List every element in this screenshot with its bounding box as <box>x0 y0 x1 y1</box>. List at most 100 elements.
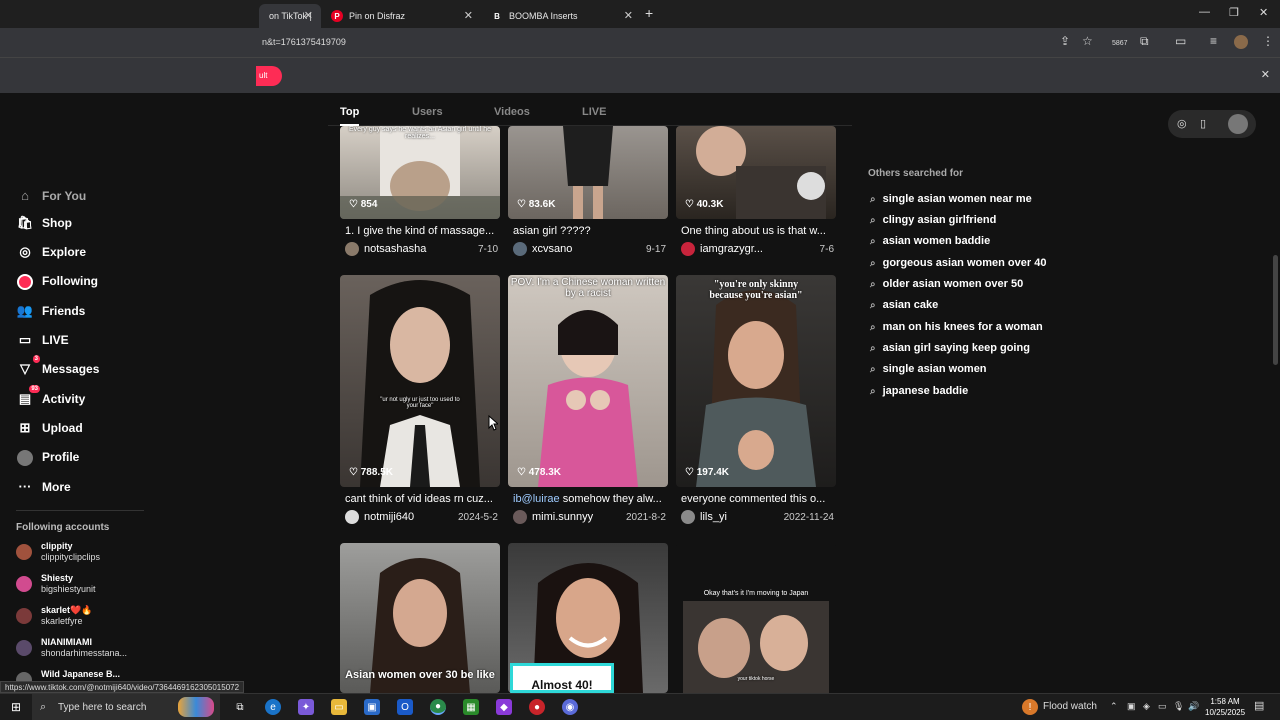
store-icon[interactable]: ▣ <box>364 699 380 715</box>
account-clippity[interactable]: clippity clippityclipclips <box>16 541 100 563</box>
app-icon[interactable]: ◆ <box>496 699 512 715</box>
tab-top[interactable]: Top <box>340 106 360 126</box>
video-author[interactable]: iamgrazygr... <box>700 243 763 255</box>
restore-icon[interactable]: ❐ <box>1229 6 1239 19</box>
notifications-icon[interactable]: ▤ <box>1254 699 1264 712</box>
url-field[interactable]: n&t=1761375419709 <box>262 37 346 47</box>
tab-pinterest[interactable]: P Pin on Disfraz ✕ <box>321 4 481 28</box>
discord-icon[interactable]: ◉ <box>562 699 578 715</box>
video-card[interactable]: Every guy says he wants an Asian girl un… <box>340 126 500 260</box>
extension-badge[interactable]: 5867 <box>1112 40 1128 47</box>
sidebar-item-messages[interactable]: ▽ 3 Messages <box>16 355 99 377</box>
close-window-icon[interactable]: ✕ <box>1259 6 1268 19</box>
close-tab-icon[interactable]: ✕ <box>304 9 313 22</box>
cast-icon[interactable]: ▭ <box>1175 34 1186 48</box>
tab-live[interactable]: LIVE <box>582 106 606 118</box>
suggestion-item[interactable]: ⌕ single asian women near me <box>870 193 1032 205</box>
sidebar-item-for-you[interactable]: ⌂ For You <box>16 188 86 203</box>
video-card[interactable]: ♡ 83.6K asian girl ????? xcvsano 9-17 <box>508 126 668 260</box>
caption-mention[interactable]: ib@luirae <box>513 493 560 505</box>
tab-boomba[interactable]: B BOOMBA Inserts ✕ <box>481 4 641 28</box>
sidebar-item-live[interactable]: ▭ LIVE <box>16 332 69 348</box>
tray-app-icon[interactable]: ◈ <box>1143 701 1150 712</box>
install-app-icon[interactable]: ⇪ <box>1060 34 1070 48</box>
network-icon[interactable]: ▭ <box>1158 701 1167 712</box>
account-skarlet[interactable]: skarlet❤️🔥 skarletfyre <box>16 605 92 627</box>
sidebar-item-profile[interactable]: Profile <box>16 449 79 466</box>
sidebar-item-explore[interactable]: ◎ Explore <box>16 244 86 260</box>
video-thumbnail[interactable]: Okay that's it I'm moving to Japan your … <box>676 543 836 693</box>
suggestion-item[interactable]: ⌕ asian girl saying keep going <box>870 342 1030 354</box>
suggestion-item[interactable]: ⌕ gorgeous asian women over 40 <box>870 257 1046 269</box>
video-card[interactable]: "ur not ugly ur just too used to your fa… <box>340 275 500 527</box>
volume-icon[interactable]: 🔊 <box>1188 701 1199 712</box>
close-tab-icon[interactable]: ✕ <box>464 9 473 22</box>
taskbar-search[interactable]: ⌕ Type here to search <box>32 694 220 720</box>
sidebar-item-activity[interactable]: ▤ 93 Activity <box>16 385 85 407</box>
microphone-icon[interactable]: 🎙 <box>1173 701 1184 712</box>
new-tab-icon[interactable]: + <box>645 5 653 21</box>
tab-videos[interactable]: Videos <box>494 106 530 118</box>
close-tab-icon[interactable]: ✕ <box>624 9 633 22</box>
app-red-icon[interactable]: ● <box>529 699 545 715</box>
file-explorer-icon[interactable]: ▭ <box>331 699 347 715</box>
video-author[interactable]: lils_yi <box>700 511 727 523</box>
video-card[interactable]: Almost 40! <box>508 543 668 693</box>
video-card[interactable]: ♡ 40.3K One thing about us is that w... … <box>676 126 836 260</box>
minecraft-icon[interactable]: ▦ <box>463 699 479 715</box>
video-thumbnail[interactable]: POV: I'm a Chinese woman written by a ra… <box>508 275 668 487</box>
video-card[interactable]: Okay that's it I'm moving to Japan your … <box>676 543 836 693</box>
tray-chevron-icon[interactable]: ⌃ <box>1110 701 1118 712</box>
close-info-bar-icon[interactable]: ✕ <box>1261 68 1270 81</box>
video-thumbnail[interactable]: Almost 40! <box>508 543 668 693</box>
chrome-icon[interactable]: ● <box>430 699 446 715</box>
video-author[interactable]: xcvsano <box>532 243 572 255</box>
video-caption[interactable]: cant think of vid ideas rn cuz... <box>345 493 497 505</box>
video-author[interactable]: notmiji640 <box>364 511 414 523</box>
video-card[interactable]: "you're only skinny because you're asian… <box>676 275 836 527</box>
suggestion-item[interactable]: ⌕ older asian women over 50 <box>870 278 1023 290</box>
video-thumbnail[interactable]: "ur not ugly ur just too used to your fa… <box>340 275 500 487</box>
profile-avatar-icon[interactable] <box>1228 114 1248 134</box>
profile-avatar-icon[interactable] <box>1234 35 1248 49</box>
video-card[interactable]: POV: I'm a Chinese woman written by a ra… <box>508 275 668 527</box>
tab-tiktok[interactable]: on TikTok | ✕ <box>259 4 321 28</box>
suggestion-item[interactable]: ⌕ clingy asian girlfriend <box>870 214 996 226</box>
sidebar-item-shop[interactable]: 🛍 Shop <box>16 215 72 231</box>
info-bar-button[interactable]: ult <box>256 66 282 86</box>
sidebar-item-friends[interactable]: 👥 Friends <box>16 303 85 319</box>
sidebar-item-upload[interactable]: ⊞ Upload <box>16 420 83 436</box>
sidebar-item-following[interactable]: Following <box>16 273 98 290</box>
suggestion-item[interactable]: ⌕ asian cake <box>870 299 938 311</box>
bookmark-star-icon[interactable]: ☆ <box>1082 34 1093 48</box>
weather-text[interactable]: Flood watch <box>1043 701 1097 712</box>
video-caption[interactable]: asian girl ????? <box>513 225 665 237</box>
video-author[interactable]: notsashasha <box>364 243 426 255</box>
edge-icon[interactable]: e <box>265 699 281 715</box>
system-clock[interactable]: 1:58 AM 10/25/2025 <box>1205 696 1245 718</box>
video-caption[interactable]: One thing about us is that w... <box>681 225 833 237</box>
copilot-icon[interactable]: ✦ <box>298 699 314 715</box>
tab-users[interactable]: Users <box>412 106 443 118</box>
windows-start-icon[interactable]: ⊞ <box>8 699 24 715</box>
extensions-icon[interactable]: ⧉ <box>1140 34 1149 49</box>
tray-app-icon[interactable]: ▣ <box>1127 701 1136 712</box>
page-scrollbar[interactable] <box>1273 255 1278 365</box>
video-caption[interactable]: everyone commented this o... <box>681 493 833 505</box>
suggestion-item[interactable]: ⌕ asian women baddie <box>870 235 990 247</box>
suggestion-item[interactable]: ⌕ man on his knees for a woman <box>870 321 1043 333</box>
video-card[interactable]: Asian women over 30 be like <box>340 543 500 693</box>
media-icon[interactable]: ≡ <box>1210 34 1217 48</box>
device-icon[interactable]: ▯ <box>1200 117 1206 130</box>
sidebar-item-more[interactable]: ··· More <box>16 479 71 494</box>
video-caption[interactable]: ib@luirae somehow they alw... <box>513 493 665 505</box>
suggestion-item[interactable]: ⌕ single asian women <box>870 363 987 375</box>
task-view-icon[interactable]: ⧉ <box>232 699 248 715</box>
video-thumbnail[interactable]: Asian women over 30 be like <box>340 543 500 693</box>
account-nianimiami[interactable]: NIANIMIAMI shondarhimesstana... <box>16 637 127 659</box>
suggestion-item[interactable]: ⌕ japanese baddie <box>870 385 968 397</box>
minimize-icon[interactable]: — <box>1199 6 1210 18</box>
video-caption[interactable]: 1. I give the kind of massage... <box>345 225 497 237</box>
outlook-icon[interactable]: O <box>397 699 413 715</box>
account-shiesty[interactable]: Shiesty bigshiestyunit <box>16 573 96 595</box>
